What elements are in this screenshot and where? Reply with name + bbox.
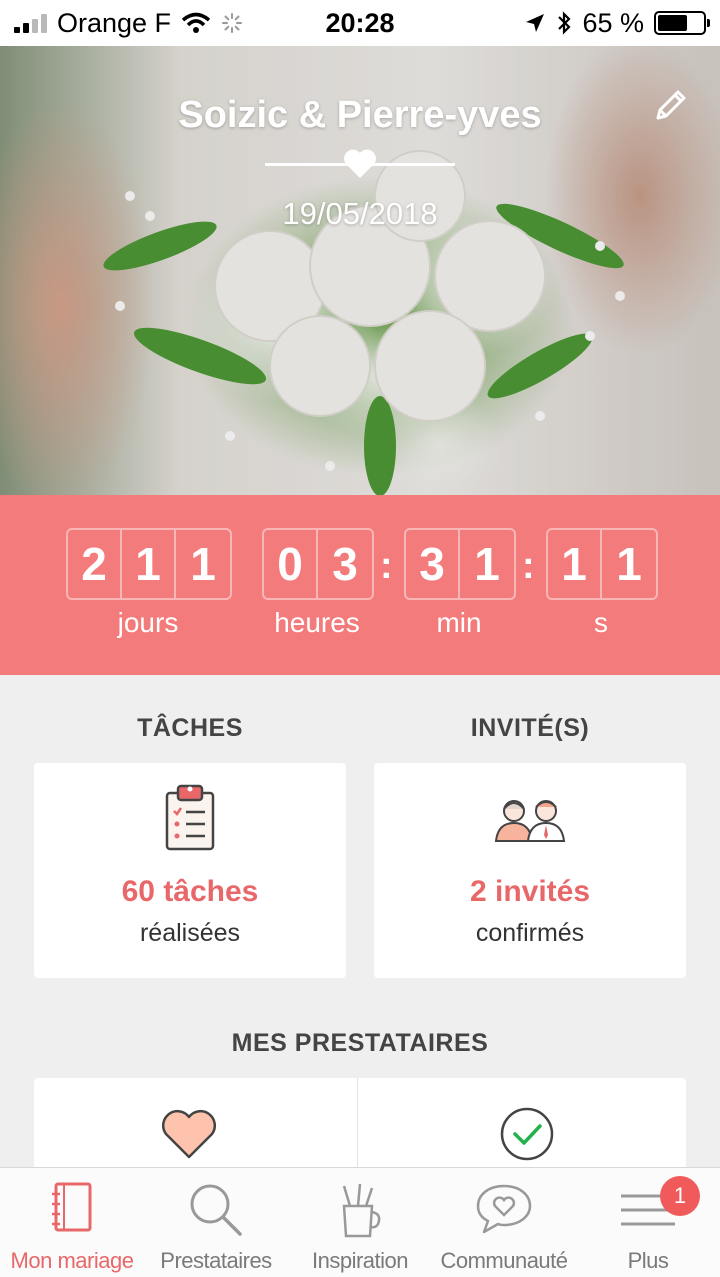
wedding-date: 19/05/2018	[282, 196, 438, 231]
bottom-tab-bar: Mon mariage Prestataires Inspiration Com…	[0, 1167, 720, 1277]
hours-label: heures	[274, 607, 360, 638]
bluetooth-icon	[558, 11, 572, 35]
battery-icon	[654, 11, 710, 35]
carrier-name: Orange F	[57, 7, 172, 38]
vendors-heading: MES PRESTATAIRES	[231, 1029, 489, 1057]
tab-label: Inspiration	[311, 1248, 409, 1273]
notification-badge: 1	[660, 1176, 700, 1216]
tab-label: Mon mariage	[10, 1248, 134, 1273]
heart-icon	[344, 149, 376, 178]
seconds-digit: 1	[616, 538, 642, 590]
seconds-digit: 1	[548, 530, 602, 598]
tab-prestataires[interactable]: Prestataires	[144, 1168, 288, 1277]
minutes-digit: 1	[474, 538, 500, 590]
status-bar: Orange F 20:28 65 %	[0, 0, 720, 46]
days-digit: 2	[68, 530, 122, 598]
countdown-minutes: 3 1	[404, 528, 516, 600]
countdown-hours: 0 3	[262, 528, 374, 600]
tasks-subtitle: réalisées	[139, 919, 241, 947]
minutes-label: min	[436, 607, 482, 638]
hours-digit: 3	[332, 538, 358, 590]
tab-plus[interactable]: 1 Plus	[576, 1168, 720, 1277]
tasks-heading: TÂCHES	[137, 714, 243, 742]
time-separator: :	[522, 545, 535, 587]
heart-icon	[161, 1110, 217, 1159]
countdown-seconds: 1 1	[546, 528, 658, 600]
signal-icon	[14, 13, 47, 33]
couple-names: Soizic & Pierre-yves	[178, 94, 542, 136]
chat-heart-icon	[476, 1184, 532, 1234]
clock-time: 20:28	[325, 7, 395, 38]
guests-subtitle: confirmés	[475, 919, 585, 947]
hours-digit: 0	[264, 530, 318, 598]
app-screen: Orange F 20:28 65 % Soizic & Pierre-yves…	[0, 0, 720, 1277]
clipboard-checklist-icon	[165, 784, 215, 851]
edit-pencil-icon[interactable]	[650, 86, 690, 126]
pencil-cup-icon	[342, 1183, 381, 1238]
tab-inspiration[interactable]: Inspiration	[288, 1168, 432, 1277]
countdown-days: 2 1 1	[66, 528, 232, 600]
days-digit: 1	[122, 530, 176, 598]
tasks-card[interactable]: 60 tâches réalisées	[34, 763, 346, 978]
battery-percent: 65 %	[582, 7, 644, 38]
couple-guests-icon	[494, 800, 566, 842]
guests-heading: INVITÉ(S)	[470, 714, 590, 742]
hero-photo: Soizic & Pierre-yves 19/05/2018	[0, 46, 720, 495]
tasks-count: 60 tâches	[121, 875, 259, 908]
loading-spinner-icon	[222, 13, 243, 33]
search-icon	[190, 1184, 242, 1236]
notebook-icon	[52, 1182, 92, 1232]
battery-level	[658, 15, 687, 31]
status-left: Orange F	[14, 8, 243, 39]
seconds-label: s	[594, 607, 608, 638]
guests-card[interactable]: 2 invités confirmés	[374, 763, 686, 978]
countdown-banner: 2 1 1 0 3 : 3 1 : 1 1 jours heures min s	[0, 495, 720, 675]
wifi-icon	[181, 12, 211, 33]
tab-label: Plus	[627, 1248, 669, 1273]
days-label: jours	[117, 607, 179, 638]
minutes-digit: 3	[406, 530, 460, 598]
tab-communaute[interactable]: Communauté	[432, 1168, 576, 1277]
tab-label: Communauté	[440, 1248, 568, 1273]
days-digit: 1	[190, 538, 216, 590]
tab-mon-mariage[interactable]: Mon mariage	[0, 1168, 144, 1277]
tab-label: Prestataires	[160, 1248, 272, 1273]
location-arrow-icon	[526, 14, 545, 32]
check-circle-icon	[500, 1107, 554, 1161]
guests-count: 2 invités	[469, 875, 591, 908]
time-separator: :	[380, 545, 393, 587]
status-right: 65 %	[524, 7, 710, 39]
